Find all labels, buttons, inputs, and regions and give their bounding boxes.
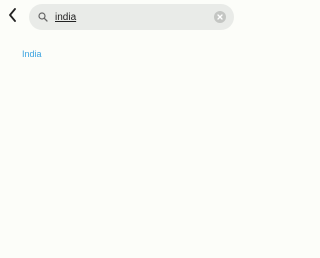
- clear-icon: [216, 8, 224, 26]
- chevron-left-icon: [8, 7, 17, 27]
- back-button[interactable]: [4, 7, 20, 27]
- search-icon: [37, 11, 49, 23]
- search-header: [0, 0, 235, 36]
- search-input[interactable]: [55, 10, 214, 24]
- list-item[interactable]: India: [0, 44, 235, 64]
- search-results-list: India: [0, 44, 235, 64]
- search-bar[interactable]: [29, 4, 234, 30]
- clear-search-button[interactable]: [214, 11, 226, 23]
